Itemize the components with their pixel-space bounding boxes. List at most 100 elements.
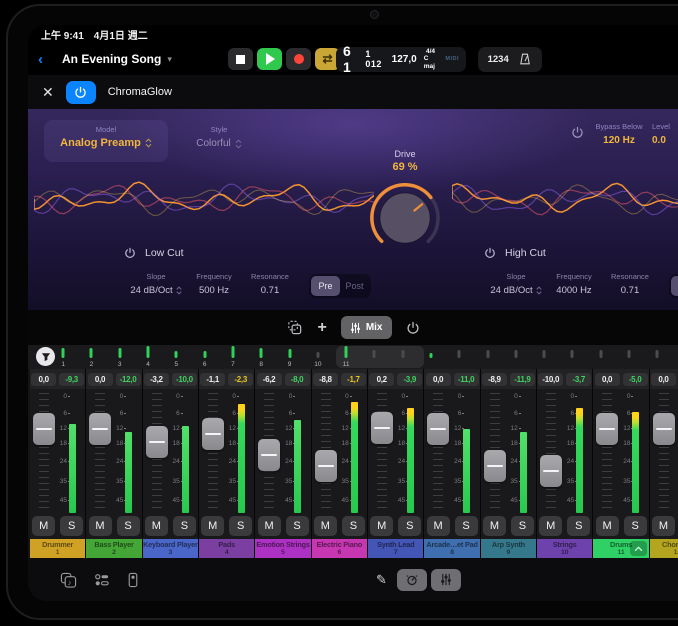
solo-button[interactable]: S [511, 516, 534, 536]
mute-button[interactable]: M [370, 516, 393, 536]
track-name-label[interactable]: Strings10 [537, 539, 592, 558]
channel-led [147, 346, 150, 358]
level-control[interactable]: Level 0.0 [652, 122, 678, 146]
high-cut-power-icon[interactable] [484, 247, 496, 259]
track-name-label[interactable]: Drummer1 [30, 539, 85, 558]
lcd-display[interactable]: 6 1 1 012 127,0 4/4 C maj MIDI [336, 47, 466, 72]
fader-handle[interactable] [596, 413, 618, 445]
mixer-power-button[interactable] [406, 321, 420, 335]
solo-button[interactable]: S [286, 516, 309, 536]
fader-handle[interactable] [540, 455, 562, 487]
browser-icon[interactable] [94, 572, 110, 588]
track-name-label[interactable]: Electric Piano6 [312, 539, 367, 558]
model-selector[interactable]: Model Analog Preamp [44, 120, 168, 162]
mute-button[interactable]: M [652, 516, 675, 536]
track-collapse-button[interactable] [630, 541, 647, 556]
screen: 上午 9:41 4月1日 週二 ‹ An Evening Song ▾ ⇄ 6 … [28, 25, 678, 601]
low-cut-resonance[interactable]: Resonance 0.71 [244, 272, 296, 296]
close-icon[interactable]: ✕ [42, 84, 54, 101]
track-name-label[interactable]: Pads4 [199, 539, 254, 558]
pre-button[interactable]: Pre [671, 276, 678, 296]
song-title: An Evening Song [62, 52, 161, 66]
fader-handle[interactable] [89, 413, 111, 445]
mute-button[interactable]: M [201, 516, 224, 536]
post-button[interactable]: Post [340, 276, 369, 296]
meter-scale-label: 6 [58, 410, 70, 417]
solo-button[interactable]: S [398, 516, 421, 536]
play-button[interactable] [257, 48, 282, 70]
fader-handle[interactable] [484, 450, 506, 482]
fader-handle[interactable] [653, 413, 675, 445]
solo-button[interactable]: S [455, 516, 478, 536]
controls-view-button[interactable] [397, 569, 427, 591]
track-name-label[interactable]: Bass Player2 [86, 539, 141, 558]
device-frame: 上午 9:41 4月1日 週二 ‹ An Evening Song ▾ ⇄ 6 … [0, 0, 678, 626]
fader-handle[interactable] [202, 418, 224, 450]
mixer-view-button[interactable] [431, 569, 461, 591]
low-cut-slope[interactable]: Slope 24 dB/Oct [128, 272, 184, 296]
high-cut-resonance[interactable]: Resonance 0.71 [604, 272, 656, 296]
solo-button[interactable]: S [173, 516, 196, 536]
fader-handle[interactable] [33, 413, 55, 445]
track-name-label[interactable]: Emotion Strings5 [255, 539, 310, 558]
front-camera [371, 11, 378, 18]
track-name-label[interactable]: Keyboard Player3 [143, 539, 198, 558]
pre-button[interactable]: Pre [311, 276, 340, 296]
track-name-label[interactable]: Chorus V12 [650, 539, 678, 558]
metronome-icon[interactable] [518, 52, 532, 66]
mute-button[interactable]: M [258, 516, 281, 536]
fader-value: 0,0 [31, 373, 56, 386]
mix-view-button[interactable]: Mix [341, 316, 392, 339]
mute-button[interactable]: M [483, 516, 506, 536]
mute-button[interactable]: M [427, 516, 450, 536]
song-title-menu[interactable]: An Evening Song ▾ [62, 52, 172, 66]
pencil-icon[interactable]: ✎ [376, 572, 387, 588]
add-track-button[interactable]: + [317, 319, 326, 337]
channel-led-number: 1 [49, 361, 77, 368]
mute-button[interactable]: M [89, 516, 112, 536]
peak-value: -10,0 [172, 373, 197, 386]
solo-button[interactable]: S [342, 516, 365, 536]
stepper-icon [176, 286, 182, 295]
solo-button[interactable]: S [229, 516, 252, 536]
mute-button[interactable]: M [314, 516, 337, 536]
record-button[interactable] [286, 48, 311, 70]
channel-strip-icon[interactable] [127, 572, 139, 588]
count-in-button[interactable]: 1234 [488, 54, 509, 65]
stop-button[interactable] [228, 48, 253, 70]
style-selector[interactable]: Style Colorful [178, 125, 260, 149]
solo-button[interactable]: S [117, 516, 140, 536]
drive-knob[interactable] [360, 173, 450, 263]
track-name-label[interactable]: Arp Synth9 [481, 539, 536, 558]
paste-settings-button[interactable] [286, 319, 303, 336]
high-cut-frequency[interactable]: Frequency 4000 Hz [549, 272, 599, 296]
loop-browser-icon[interactable]: ♪ [60, 572, 77, 588]
fader-handle[interactable] [146, 426, 168, 458]
key-signature: 4/4 C maj [424, 48, 438, 69]
channel-led-cell [558, 345, 586, 369]
bypass-power-icon[interactable] [571, 126, 584, 139]
fader-handle[interactable] [427, 413, 449, 445]
high-cut-slope[interactable]: Slope 24 dB/Oct [488, 272, 544, 296]
model-value: Analog Preamp [60, 137, 141, 149]
back-chevron-icon[interactable]: ‹ [38, 51, 43, 68]
track-name-label[interactable]: Arcade…et Pad8 [424, 539, 479, 558]
solo-button[interactable]: S [567, 516, 590, 536]
fader-handle[interactable] [315, 450, 337, 482]
fader-handle[interactable] [371, 412, 393, 444]
fader-handle[interactable] [258, 439, 280, 471]
plugin-power-button[interactable] [66, 81, 96, 104]
low-cut-frequency[interactable]: Frequency 500 Hz [189, 272, 239, 296]
mute-button[interactable]: M [539, 516, 562, 536]
solo-button[interactable]: S [60, 516, 83, 536]
low-cut-power-icon[interactable] [124, 247, 136, 259]
model-label: Model [44, 125, 168, 134]
solo-button[interactable]: S [624, 516, 647, 536]
bypass-below-control[interactable]: Bypass Below 120 Hz [588, 122, 650, 146]
track-name-label[interactable]: Synth Lead7 [368, 539, 423, 558]
mute-button[interactable]: M [32, 516, 55, 536]
mute-button[interactable]: M [596, 516, 619, 536]
track-name-label[interactable]: Drums11 [593, 539, 648, 558]
mute-button[interactable]: M [145, 516, 168, 536]
fader-ruler [546, 393, 556, 509]
